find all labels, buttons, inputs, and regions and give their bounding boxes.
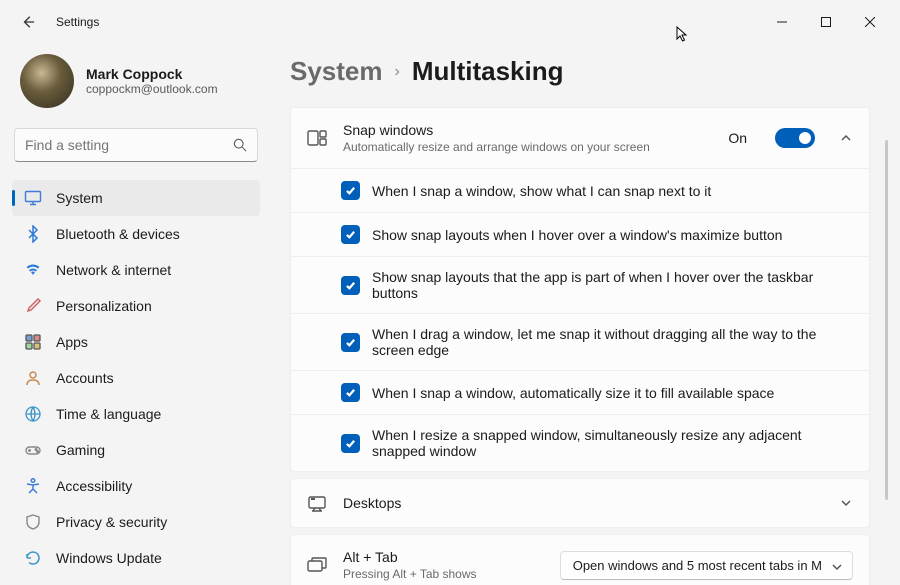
alt-tab-card: Alt + Tab Pressing Alt + Tab shows Open …	[290, 534, 870, 585]
chevron-down-icon	[832, 562, 842, 572]
checkbox-checked-icon[interactable]	[341, 181, 360, 200]
titlebar: Settings	[0, 0, 900, 44]
nav-label: Network & internet	[56, 262, 171, 278]
avatar	[20, 54, 74, 108]
profile-section[interactable]: Mark Coppock coppockm@outlook.com	[12, 48, 260, 122]
nav-item-personalization[interactable]: Personalization	[12, 288, 260, 324]
snap-option-3[interactable]: When I drag a window, let me snap it wit…	[291, 313, 869, 370]
page-title: Multitasking	[412, 56, 564, 87]
nav-item-windows-update[interactable]: Windows Update	[12, 540, 260, 576]
close-icon	[865, 17, 875, 27]
desktops-card[interactable]: Desktops	[290, 478, 870, 528]
nav-item-system[interactable]: System	[12, 180, 260, 216]
chevron-down-icon	[839, 496, 853, 510]
monitor-icon	[24, 189, 42, 207]
snap-option-label: Show snap layouts when I hover over a wi…	[372, 227, 782, 243]
globe-icon	[24, 405, 42, 423]
snap-subtitle: Automatically resize and arrange windows…	[343, 140, 650, 154]
nav-list: System Bluetooth & devices Network & inter…	[12, 180, 260, 576]
brush-icon	[24, 297, 42, 315]
content-area: System › Multitasking Snap windows Autom…	[272, 44, 900, 585]
mouse-cursor-icon	[676, 26, 688, 44]
apps-icon	[24, 333, 42, 351]
nav-label: Accounts	[56, 370, 114, 386]
snap-option-2[interactable]: Show snap layouts that the app is part o…	[291, 256, 869, 313]
nav-item-bluetooth-devices[interactable]: Bluetooth & devices	[12, 216, 260, 252]
bluetooth-icon	[24, 225, 42, 243]
back-arrow-icon	[21, 15, 35, 29]
nav-label: Windows Update	[56, 550, 162, 566]
sidebar: Mark Coppock coppockm@outlook.com System…	[0, 44, 272, 585]
back-button[interactable]	[14, 8, 42, 36]
chevron-up-icon	[839, 131, 853, 145]
search-box[interactable]	[14, 128, 258, 162]
nav-item-accessibility[interactable]: Accessibility	[12, 468, 260, 504]
snap-layout-icon	[307, 128, 327, 148]
nav-label: System	[56, 190, 103, 206]
snap-option-label: Show snap layouts that the app is part o…	[372, 269, 853, 301]
alt-tab-title: Alt + Tab	[343, 549, 477, 565]
desktops-title: Desktops	[343, 495, 401, 511]
close-button[interactable]	[848, 7, 892, 37]
alt-tab-selected-value: Open windows and 5 most recent tabs in M	[573, 558, 822, 573]
minimize-button[interactable]	[760, 7, 804, 37]
alt-tab-icon	[307, 555, 327, 575]
search-icon	[233, 138, 247, 152]
snap-windows-header[interactable]: Snap windows Automatically resize and ar…	[291, 108, 869, 168]
nav-label: Time & language	[56, 406, 161, 422]
nav-item-accounts[interactable]: Accounts	[12, 360, 260, 396]
snap-option-1[interactable]: Show snap layouts when I hover over a wi…	[291, 212, 869, 256]
app-title: Settings	[56, 15, 99, 29]
nav-item-gaming[interactable]: Gaming	[12, 432, 260, 468]
snap-options-list: When I snap a window, show what I can sn…	[291, 168, 869, 471]
snap-option-0[interactable]: When I snap a window, show what I can sn…	[291, 168, 869, 212]
snap-option-label: When I resize a snapped window, simultan…	[372, 427, 853, 459]
nav-label: Gaming	[56, 442, 105, 458]
checkbox-checked-icon[interactable]	[341, 383, 360, 402]
user-name: Mark Coppock	[86, 66, 218, 82]
minimize-icon	[777, 17, 787, 27]
access-icon	[24, 477, 42, 495]
snap-title: Snap windows	[343, 122, 650, 138]
snap-state-label: On	[728, 130, 747, 146]
nav-label: Accessibility	[56, 478, 132, 494]
nav-label: Personalization	[56, 298, 152, 314]
snap-windows-card: Snap windows Automatically resize and ar…	[290, 107, 870, 472]
nav-item-network-internet[interactable]: Network & internet	[12, 252, 260, 288]
update-icon	[24, 549, 42, 567]
chevron-right-icon: ›	[395, 63, 400, 81]
alt-tab-subtitle: Pressing Alt + Tab shows	[343, 567, 477, 581]
maximize-button[interactable]	[804, 7, 848, 37]
alt-tab-select[interactable]: Open windows and 5 most recent tabs in M	[560, 551, 853, 580]
desktops-icon	[307, 493, 327, 513]
nav-label: Apps	[56, 334, 88, 350]
nav-label: Bluetooth & devices	[56, 226, 180, 242]
checkbox-checked-icon[interactable]	[341, 276, 360, 295]
nav-item-apps[interactable]: Apps	[12, 324, 260, 360]
checkbox-checked-icon[interactable]	[341, 434, 360, 453]
snap-option-4[interactable]: When I snap a window, automatically size…	[291, 370, 869, 414]
wifi-icon	[24, 261, 42, 279]
checkbox-checked-icon[interactable]	[341, 333, 360, 352]
person-icon	[24, 369, 42, 387]
breadcrumb: System › Multitasking	[290, 56, 876, 87]
checkbox-checked-icon[interactable]	[341, 225, 360, 244]
nav-item-privacy-security[interactable]: Privacy & security	[12, 504, 260, 540]
search-input[interactable]	[25, 137, 233, 153]
nav-label: Privacy & security	[56, 514, 167, 530]
snap-toggle[interactable]	[775, 128, 815, 148]
gamepad-icon	[24, 441, 42, 459]
snap-option-5[interactable]: When I resize a snapped window, simultan…	[291, 414, 869, 471]
snap-option-label: When I snap a window, show what I can sn…	[372, 183, 711, 199]
maximize-icon	[821, 17, 831, 27]
breadcrumb-root[interactable]: System	[290, 56, 383, 87]
vertical-scrollbar[interactable]	[885, 140, 888, 500]
user-email: coppockm@outlook.com	[86, 82, 218, 96]
snap-option-label: When I drag a window, let me snap it wit…	[372, 326, 853, 358]
shield-icon	[24, 513, 42, 531]
nav-item-time-language[interactable]: Time & language	[12, 396, 260, 432]
snap-option-label: When I snap a window, automatically size…	[372, 385, 774, 401]
